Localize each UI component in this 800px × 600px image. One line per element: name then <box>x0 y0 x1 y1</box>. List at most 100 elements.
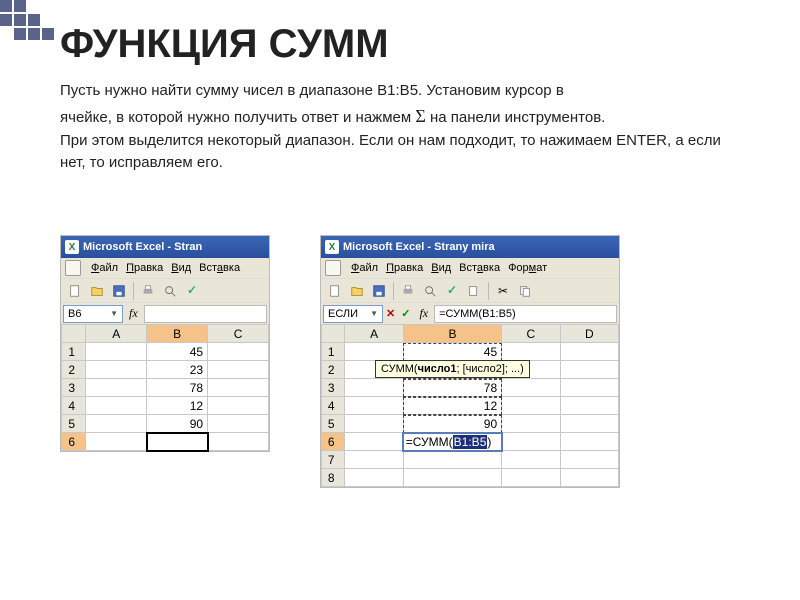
cell[interactable] <box>502 415 560 433</box>
row-header[interactable]: 3 <box>62 379 86 397</box>
row-header[interactable]: 5 <box>62 415 86 433</box>
cell[interactable] <box>560 379 618 397</box>
cell[interactable] <box>86 361 147 379</box>
spellcheck-icon[interactable]: ✓ <box>182 281 202 301</box>
new-icon[interactable] <box>65 281 85 301</box>
cell[interactable] <box>345 469 403 487</box>
new-icon[interactable] <box>325 281 345 301</box>
formula-bar[interactable]: =СУММ(B1:B5) <box>434 305 617 323</box>
active-cell-formula[interactable]: =СУММ(B1:B5) <box>403 433 501 451</box>
col-header-b[interactable]: B <box>147 325 208 343</box>
print-icon[interactable] <box>138 281 158 301</box>
row-header[interactable]: 2 <box>322 361 345 379</box>
select-all-corner[interactable] <box>62 325 86 343</box>
cell[interactable] <box>345 415 403 433</box>
cut-icon[interactable]: ✂ <box>493 281 513 301</box>
cell[interactable]: 45 <box>147 343 208 361</box>
cell[interactable] <box>208 397 269 415</box>
save-icon[interactable] <box>369 281 389 301</box>
dropdown-icon[interactable]: ▼ <box>370 309 378 318</box>
cell[interactable]: 23 <box>147 361 208 379</box>
menu-view[interactable]: Вид <box>431 262 451 274</box>
cell[interactable] <box>345 451 403 469</box>
row-header[interactable]: 5 <box>322 415 345 433</box>
cell[interactable] <box>502 469 560 487</box>
row-header[interactable]: 3 <box>322 379 345 397</box>
row-header[interactable]: 1 <box>62 343 86 361</box>
open-icon[interactable] <box>347 281 367 301</box>
col-header-d[interactable]: D <box>560 325 618 343</box>
row-header[interactable]: 1 <box>322 343 345 361</box>
cell[interactable] <box>560 361 618 379</box>
cell[interactable]: 90 <box>147 415 208 433</box>
menu-format[interactable]: Формат <box>508 262 547 274</box>
menu-file[interactable]: Файл <box>91 262 118 274</box>
print-icon[interactable] <box>398 281 418 301</box>
save-icon[interactable] <box>109 281 129 301</box>
cell[interactable] <box>345 379 403 397</box>
cell[interactable] <box>86 343 147 361</box>
menu-insert[interactable]: Вставка <box>459 262 500 274</box>
cell[interactable] <box>403 451 501 469</box>
menu-edit[interactable]: Правка <box>126 262 163 274</box>
preview-icon[interactable] <box>160 281 180 301</box>
cell[interactable] <box>208 415 269 433</box>
cell[interactable]: 90 <box>403 415 501 433</box>
spellcheck-icon[interactable]: ✓ <box>442 281 462 301</box>
cell[interactable] <box>208 379 269 397</box>
dropdown-icon[interactable]: ▼ <box>110 309 118 318</box>
cell[interactable] <box>560 451 618 469</box>
cell[interactable] <box>86 415 147 433</box>
menu-view[interactable]: Вид <box>171 262 191 274</box>
research-icon[interactable] <box>464 281 484 301</box>
cell[interactable] <box>208 343 269 361</box>
fx-label[interactable]: fx <box>419 306 428 321</box>
accept-formula-icon[interactable]: ✓ <box>401 307 410 320</box>
fx-label[interactable]: fx <box>129 306 138 321</box>
col-header-a[interactable]: A <box>86 325 147 343</box>
row-header[interactable]: 4 <box>322 397 345 415</box>
cell[interactable] <box>502 343 560 361</box>
row-header[interactable]: 8 <box>322 469 345 487</box>
col-header-c[interactable]: C <box>208 325 269 343</box>
row-header[interactable]: 6 <box>62 433 86 451</box>
cell[interactable] <box>502 433 560 451</box>
cell[interactable] <box>345 397 403 415</box>
col-header-c[interactable]: C <box>502 325 560 343</box>
col-header-b[interactable]: B <box>403 325 501 343</box>
cell[interactable]: 45 <box>403 343 501 361</box>
menu-insert[interactable]: Вставка <box>199 262 240 274</box>
row-header[interactable]: 6 <box>322 433 345 451</box>
cell[interactable] <box>86 433 147 451</box>
cell[interactable] <box>345 343 403 361</box>
cell[interactable] <box>502 451 560 469</box>
cell[interactable] <box>560 469 618 487</box>
cell[interactable] <box>560 397 618 415</box>
cell[interactable] <box>345 433 403 451</box>
cancel-formula-icon[interactable]: ✕ <box>386 307 395 320</box>
select-all-corner[interactable] <box>322 325 345 343</box>
menu-edit[interactable]: Правка <box>386 262 423 274</box>
cell[interactable] <box>208 361 269 379</box>
name-box[interactable]: B6 ▼ <box>63 305 123 323</box>
cell[interactable]: 12 <box>403 397 501 415</box>
cell[interactable] <box>86 397 147 415</box>
cell[interactable] <box>502 397 560 415</box>
menu-file[interactable]: Файл <box>351 262 378 274</box>
formula-bar[interactable] <box>144 305 267 323</box>
cell[interactable]: 78 <box>147 379 208 397</box>
active-cell[interactable] <box>147 433 208 451</box>
row-header[interactable]: 2 <box>62 361 86 379</box>
cell[interactable] <box>560 415 618 433</box>
name-box[interactable]: ЕСЛИ ▼ <box>323 305 383 323</box>
cell[interactable] <box>403 469 501 487</box>
row-header[interactable]: 7 <box>322 451 345 469</box>
row-header[interactable]: 4 <box>62 397 86 415</box>
copy-icon[interactable] <box>515 281 535 301</box>
cell[interactable] <box>208 433 269 451</box>
cell[interactable] <box>86 379 147 397</box>
preview-icon[interactable] <box>420 281 440 301</box>
open-icon[interactable] <box>87 281 107 301</box>
cell[interactable] <box>560 433 618 451</box>
cell[interactable] <box>502 379 560 397</box>
